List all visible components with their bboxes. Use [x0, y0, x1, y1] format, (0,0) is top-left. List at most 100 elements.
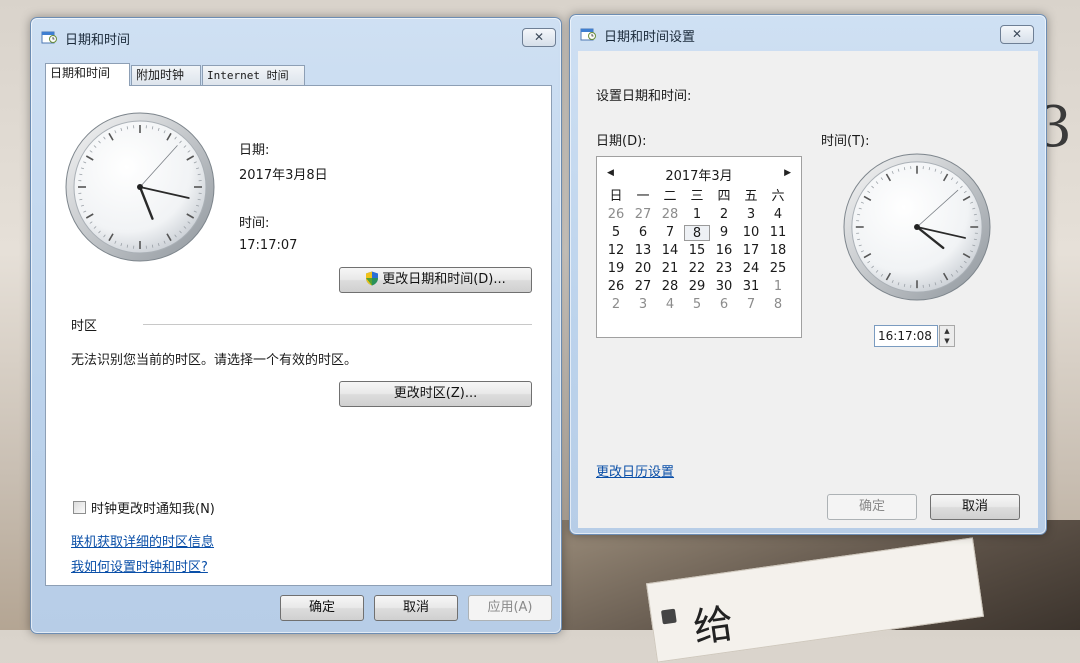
timezone-section-label: 时区 — [71, 315, 97, 334]
calendar-day[interactable]: 16 — [711, 243, 737, 259]
analog-clock — [64, 111, 216, 263]
close-button[interactable]: ✕ — [522, 28, 556, 47]
calendar-day[interactable]: 6 — [630, 225, 656, 241]
calendar-day[interactable]: 29 — [684, 279, 710, 295]
month-calendar: 2017年3月 ◀ ▶ 日一二三四五六262728123456789101112… — [596, 156, 802, 338]
calendar-day[interactable]: 5 — [603, 225, 629, 241]
ok-button[interactable]: 确定 — [827, 494, 917, 520]
calendar-month-title[interactable]: 2017年3月 — [597, 165, 801, 184]
time-input[interactable]: 16:17:08 — [874, 325, 938, 347]
tab-additional-clocks[interactable]: 附加时钟 — [131, 65, 201, 85]
spin-up-icon[interactable]: ▲ — [940, 326, 954, 336]
date-time-window: 日期和时间 ✕ 日期和时间 附加时钟 Internet 时间 日期: 2017年… — [30, 17, 562, 634]
calendar-day[interactable]: 20 — [630, 261, 656, 277]
calendar-day[interactable]: 30 — [711, 279, 737, 295]
date-label: 日期: — [239, 139, 269, 158]
weekday-header: 日 — [603, 189, 629, 205]
time-spinner[interactable]: ▲ ▼ — [939, 325, 955, 347]
date-time-panel: 日期: 2017年3月8日 时间: 17:17:07 更改日期和时间(D)...… — [45, 85, 552, 586]
calendar-day[interactable]: 21 — [657, 261, 683, 277]
calendar-day[interactable]: 17 — [738, 243, 764, 259]
calendar-day[interactable]: 19 — [603, 261, 629, 277]
book-title: 给 — [689, 591, 737, 654]
time-label: 时间: — [239, 212, 269, 231]
title-bar[interactable]: 日期和时间设置 ✕ — [570, 15, 1046, 51]
calendar-day[interactable]: 25 — [765, 261, 791, 277]
weekday-header: 二 — [657, 189, 683, 205]
change-date-time-label: 更改日期和时间(D)... — [382, 272, 506, 287]
calendar-day[interactable]: 26 — [603, 207, 629, 223]
calendar-day[interactable]: 11 — [765, 225, 791, 241]
calendar-day[interactable]: 28 — [657, 279, 683, 295]
calendar-day[interactable]: 26 — [603, 279, 629, 295]
calendar-day[interactable]: 15 — [684, 243, 710, 259]
weekday-header: 三 — [684, 189, 710, 205]
uac-shield-icon — [365, 271, 379, 286]
how-to-set-clock-link[interactable]: 我如何设置时钟和时区? — [71, 556, 208, 575]
notify-checkbox[interactable] — [73, 501, 86, 514]
calendar-day[interactable]: 4 — [765, 207, 791, 223]
calendar-day[interactable]: 8 — [765, 297, 791, 313]
calendar-day[interactable]: 3 — [738, 207, 764, 223]
calendar-clock-icon — [580, 27, 596, 41]
calendar-day[interactable]: 4 — [657, 297, 683, 313]
calendar-day[interactable]: 22 — [684, 261, 710, 277]
notify-checkbox-label[interactable]: 时钟更改时通知我(N) — [91, 498, 215, 517]
window-title: 日期和时间设置 — [604, 26, 695, 45]
calendar-day[interactable]: 23 — [711, 261, 737, 277]
calendar-day[interactable]: 2 — [603, 297, 629, 313]
calendar-day[interactable]: 27 — [630, 279, 656, 295]
book-mark — [661, 609, 677, 625]
calendar-day[interactable]: 7 — [738, 297, 764, 313]
cancel-button[interactable]: 取消 — [374, 595, 458, 621]
section-divider — [143, 324, 532, 325]
previous-month-icon[interactable]: ◀ — [607, 168, 614, 178]
settings-panel: 设置日期和时间: 日期(D): 时间(T): 2017年3月 ◀ ▶ 日一二三四… — [578, 51, 1038, 528]
weekday-header: 五 — [738, 189, 764, 205]
calendar-day[interactable]: 2 — [711, 207, 737, 223]
tab-internet-time[interactable]: Internet 时间 — [202, 65, 305, 85]
calendar-day[interactable]: 12 — [603, 243, 629, 259]
calendar-day[interactable]: 3 — [630, 297, 656, 313]
timezone-info-link[interactable]: 联机获取详细的时区信息 — [71, 531, 214, 550]
settings-heading: 设置日期和时间: — [596, 85, 691, 104]
calendar-clock-icon — [41, 30, 57, 44]
calendar-day[interactable]: 18 — [765, 243, 791, 259]
analog-clock — [842, 152, 992, 302]
calendar-day[interactable]: 1 — [765, 279, 791, 295]
calendar-day[interactable]: 27 — [630, 207, 656, 223]
weekday-header: 六 — [765, 189, 791, 205]
change-timezone-button[interactable]: 更改时区(Z)... — [339, 381, 532, 407]
close-button[interactable]: ✕ — [1000, 25, 1034, 44]
weekday-header: 四 — [711, 189, 737, 205]
date-time-settings-window: 日期和时间设置 ✕ 设置日期和时间: 日期(D): 时间(T): 2017年3月… — [569, 14, 1047, 535]
date-picker-label: 日期(D): — [596, 130, 647, 149]
calendar-day[interactable]: 9 — [711, 225, 737, 241]
calendar-day[interactable]: 5 — [684, 297, 710, 313]
spin-down-icon[interactable]: ▼ — [940, 336, 954, 346]
change-calendar-settings-link[interactable]: 更改日历设置 — [596, 461, 674, 480]
calendar-header: 2017年3月 ◀ ▶ — [597, 165, 801, 183]
calendar-day[interactable]: 28 — [657, 207, 683, 223]
tab-date-time[interactable]: 日期和时间 — [45, 63, 130, 86]
cancel-button[interactable]: 取消 — [930, 494, 1020, 520]
calendar-day[interactable]: 8 — [684, 225, 710, 241]
calendar-day[interactable]: 7 — [657, 225, 683, 241]
clock-center — [914, 224, 920, 230]
date-value: 2017年3月8日 — [239, 164, 328, 183]
weekday-header: 一 — [630, 189, 656, 205]
title-bar[interactable]: 日期和时间 ✕ — [31, 18, 561, 54]
next-month-icon[interactable]: ▶ — [784, 168, 791, 178]
calendar-day[interactable]: 13 — [630, 243, 656, 259]
ok-button[interactable]: 确定 — [280, 595, 364, 621]
change-date-time-button[interactable]: 更改日期和时间(D)... — [339, 267, 532, 293]
calendar-day[interactable]: 6 — [711, 297, 737, 313]
timezone-message: 无法识别您当前的时区。请选择一个有效的时区。 — [71, 349, 357, 368]
calendar-day[interactable]: 10 — [738, 225, 764, 241]
calendar-day[interactable]: 31 — [738, 279, 764, 295]
time-value: 17:17:07 — [239, 238, 297, 253]
calendar-day[interactable]: 24 — [738, 261, 764, 277]
apply-button[interactable]: 应用(A) — [468, 595, 552, 621]
calendar-day[interactable]: 1 — [684, 207, 710, 223]
calendar-day[interactable]: 14 — [657, 243, 683, 259]
